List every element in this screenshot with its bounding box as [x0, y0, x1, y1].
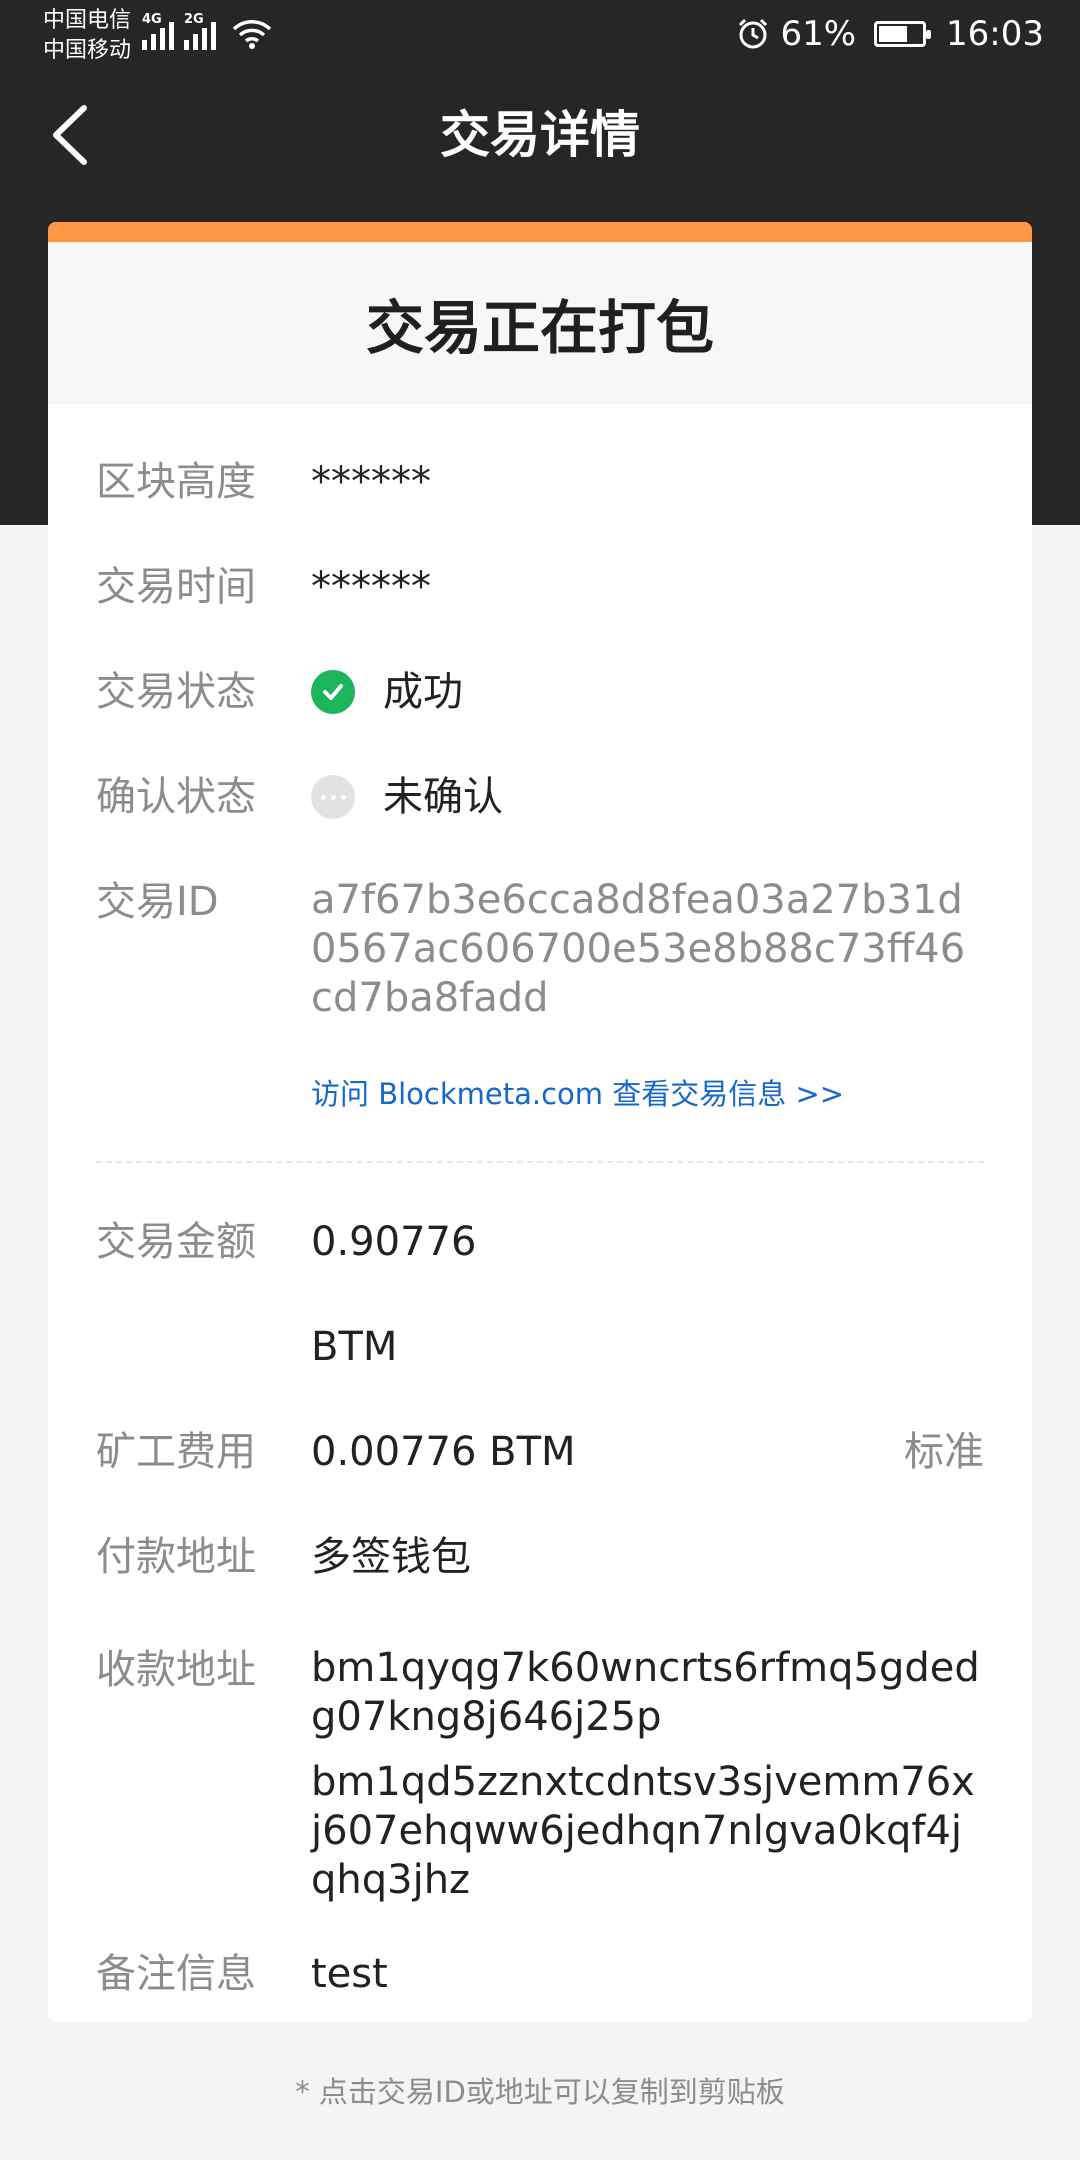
memo-label: 备注信息	[96, 1951, 256, 1997]
fee-row: 矿工费用 0.00776 BTM	[96, 1426, 984, 1478]
status-right: 61% 16:03	[736, 14, 1044, 54]
card-accent-bar	[48, 222, 1032, 242]
tx-time-row: 交易时间 ******	[96, 561, 984, 613]
nav-bar: 交易详情	[0, 80, 1080, 190]
to-address-1[interactable]: bm1qyqg7k60wncrts6rfmq5gdedg07kng8j646j2…	[311, 1644, 984, 1742]
carrier-1: 中国电信	[43, 8, 132, 33]
transaction-state-title: 交易正在打包	[48, 242, 1032, 404]
block-height-value: ******	[311, 459, 431, 505]
confirm-status-row: 确认状态 未确认	[96, 771, 984, 823]
to-address-2[interactable]: bm1qd5zznxtcdntsv3sjvemm76xj607ehqww6jed…	[311, 1758, 984, 1905]
from-label: 付款地址	[96, 1534, 256, 1580]
status-bar: 中国电信 中国移动 4G 2G 61% 16:03	[0, 0, 1080, 72]
amount-unit: BTM	[311, 1324, 398, 1370]
transaction-card: 交易正在打包 区块高度 ****** 交易时间 ****** 交易状态 成功 确…	[48, 222, 1032, 2022]
from-row: 付款地址 多签钱包	[96, 1531, 984, 1583]
signal-2-icon: 2G	[184, 12, 216, 50]
carrier-info: 中国电信 中国移动	[43, 6, 131, 66]
battery-icon	[874, 21, 932, 47]
blockmeta-link[interactable]: 访问 Blockmeta.com 查看交易信息 >>	[311, 1074, 844, 1114]
pending-dots-icon	[311, 775, 355, 819]
section-divider	[96, 1161, 984, 1163]
signal-indicators: 4G 2G	[142, 12, 272, 50]
to-address-list: bm1qyqg7k60wncrts6rfmq5gdedg07kng8j646j2…	[311, 1644, 984, 1905]
tx-status-label: 交易状态	[96, 669, 256, 715]
memo-row: 备注信息 test	[96, 1948, 984, 2000]
fee-value: 0.00776 BTM	[311, 1429, 576, 1475]
clock: 16:03	[946, 14, 1044, 54]
page-title: 交易详情	[440, 106, 640, 164]
tx-time-value: ******	[311, 564, 431, 610]
network-type-2: 2G	[184, 12, 204, 27]
from-value[interactable]: 多签钱包	[311, 1531, 984, 1583]
tx-status-value: 成功	[311, 666, 984, 718]
to-label: 收款地址	[96, 1647, 256, 1693]
success-check-icon	[311, 670, 355, 714]
tx-id-label: 交易ID	[96, 879, 219, 925]
block-height-row: 区块高度 ******	[96, 456, 984, 508]
carrier-2: 中国移动	[43, 38, 132, 63]
confirm-status-text: 未确认	[383, 774, 503, 820]
amount-row: 交易金额 0.90776	[96, 1216, 984, 1268]
signal-1-icon: 4G	[142, 12, 174, 50]
amount-label: 交易金额	[96, 1219, 256, 1265]
alarm-icon	[739, 18, 768, 49]
battery-percent: 61%	[780, 14, 857, 54]
fee-level-tag: 标准	[904, 1429, 984, 1475]
amount-unit-spacer	[96, 1321, 311, 1373]
memo-value: test	[311, 1951, 388, 1997]
fee-label: 矿工费用	[96, 1429, 256, 1475]
tx-status-row: 交易状态 成功	[96, 666, 984, 718]
network-type-1: 4G	[142, 12, 162, 27]
amount-value: 0.90776	[311, 1219, 477, 1265]
confirm-status-value: 未确认	[311, 771, 984, 823]
tx-time-label: 交易时间	[96, 564, 256, 610]
block-height-label: 区块高度	[96, 459, 256, 505]
tx-status-text: 成功	[383, 669, 463, 715]
tx-id-value[interactable]: a7f67b3e6cca8d8fea03a27b31d0567ac606700e…	[311, 876, 984, 1023]
to-row: 收款地址 bm1qyqg7k60wncrts6rfmq5gdedg07kng8j…	[96, 1644, 984, 1905]
copy-hint: * 点击交易ID或地址可以复制到剪贴板	[295, 2075, 785, 2109]
wifi-icon	[232, 20, 272, 49]
tx-id-row: 交易ID a7f67b3e6cca8d8fea03a27b31d0567ac60…	[96, 876, 984, 1023]
confirm-status-label: 确认状态	[96, 774, 256, 820]
amount-unit-row: BTM	[96, 1321, 984, 1373]
